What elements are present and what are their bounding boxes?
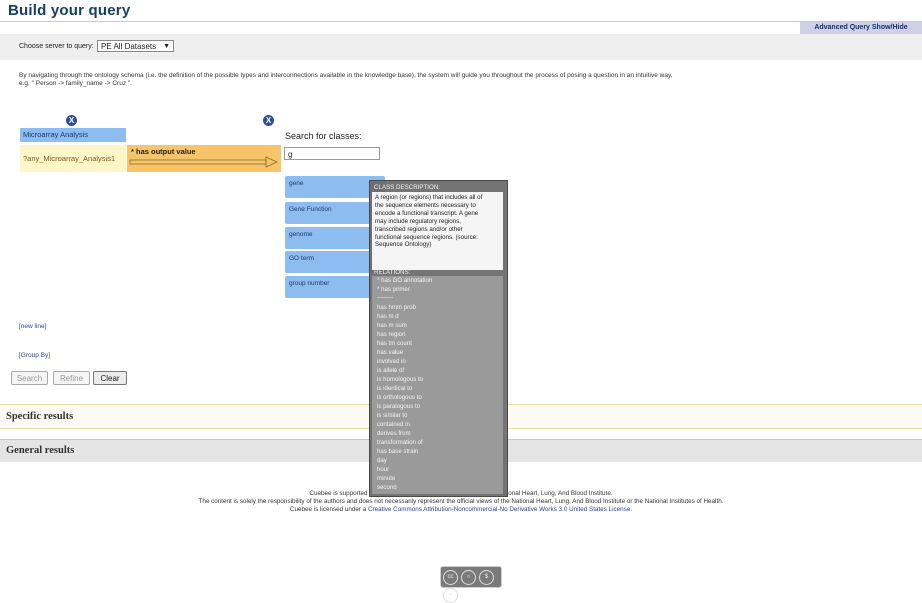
intro-line-2: e.g. " Person -> family_name -> Cruz ". [19,80,132,87]
tooltip-relations-list: * has GO annotation * has primer -------… [372,276,503,603]
remove-concept-icon[interactable]: X [66,115,77,126]
title-divider [0,21,922,22]
creative-commons-badge: cc ○ $ = [440,566,502,603]
remove-property-icon[interactable]: X [263,115,274,126]
description-line: may include regulatory regions, [375,217,461,225]
footer-institute-text: National Heart, Lung, And Blood Institut… [497,490,613,497]
relation-item: * has GO annotation [377,277,433,284]
concept-variable[interactable]: ?any_Microarray_Analysis1 [20,145,126,172]
tooltip-relations-title: RELATIONS: [374,269,411,276]
description-line: transcribed regions and/or other [375,225,463,233]
class-description-tooltip: CLASS DESCRIPTION: A region (or regions)… [369,180,508,603]
server-select[interactable]: PE All Datasets ▼ [97,40,174,52]
relation-item: has m d [377,313,399,320]
relation-item: is paralogous to [377,403,421,410]
footer-line-3: Cuebee is licensed under a Creative Comm… [0,506,922,514]
tooltip-description: A region (or regions) that includes all … [372,192,503,270]
arrow-right-icon [129,156,278,168]
relation-item: hour [377,466,390,473]
relation-item: is orthologous to [377,394,422,401]
refine-button[interactable]: Refine [53,371,90,385]
relation-item: has hmm prob [377,304,416,311]
footer-license-text: Cuebee is licensed under a [289,506,368,513]
clear-button[interactable]: Clear [93,371,127,385]
description-line: Sequence Ontology) [375,241,432,249]
new-line-link[interactable]: [new line] [19,323,46,330]
property-label: * has output value [131,147,196,156]
relation-item: is identical to [377,385,413,392]
relation-item: transformation of [377,439,423,446]
description-line: the sequence elements necessary to [375,201,476,209]
server-selected-value: PE All Datasets [101,42,157,51]
nd-icon: = [443,588,458,603]
search-classes-label: Search for classes: [285,131,362,141]
relation-item: is similar to [377,412,408,419]
group-by-link[interactable]: [Group By] [19,352,50,359]
intro-line-1: By navigating through the ontology schem… [19,72,673,79]
relation-item: * has primer [377,286,410,293]
page-title: Build your query [8,2,131,19]
relation-item: has tm count [377,340,412,347]
relation-item: derives from [377,430,411,437]
relation-item: is allele of [377,367,405,374]
general-results-label: General results [6,445,75,456]
nc-icon: $ [479,570,494,585]
relation-item: has base strain [377,448,419,455]
relation-item: -------- [377,294,394,301]
advanced-query-toggle-button[interactable]: Advanced Query Show/Hide [800,22,922,34]
server-label: Choose server to query: [19,43,94,50]
relation-item: contained in [377,421,410,428]
footer-line-2: The content is solely the responsibility… [198,498,724,505]
relation-item: has m sum [377,322,407,329]
relation-item: has region [377,331,406,338]
tooltip-description-title: CLASS DESCRIPTION: [374,184,441,191]
description-line: functional sequence regions. (source: [375,233,478,241]
footer-support-text: Cuebee is supported [309,490,368,497]
intro-text: By navigating through the ontology schem… [19,72,673,88]
description-line: encode a functional transcript. A gene [375,209,479,217]
relation-item: day [377,457,387,464]
relation-item: is homologous to [377,376,424,383]
class-search-input[interactable]: g [284,147,380,160]
specific-results-label: Specific results [6,411,74,422]
relation-item: involved in [377,358,406,365]
chevron-down-icon: ▼ [163,43,170,50]
by-icon: ○ [461,570,476,585]
description-line: A region (or regions) that includes all … [375,194,483,201]
relation-item: second [377,484,397,491]
concept-box[interactable]: Microarray Analysis [20,128,126,142]
cc-icon: cc [443,570,458,585]
search-button[interactable]: Search [11,371,48,385]
relation-item: minute [377,475,396,482]
license-link[interactable]: Creative Commons Attribution-Noncommerci… [368,506,632,513]
relation-item: has value [377,349,404,356]
